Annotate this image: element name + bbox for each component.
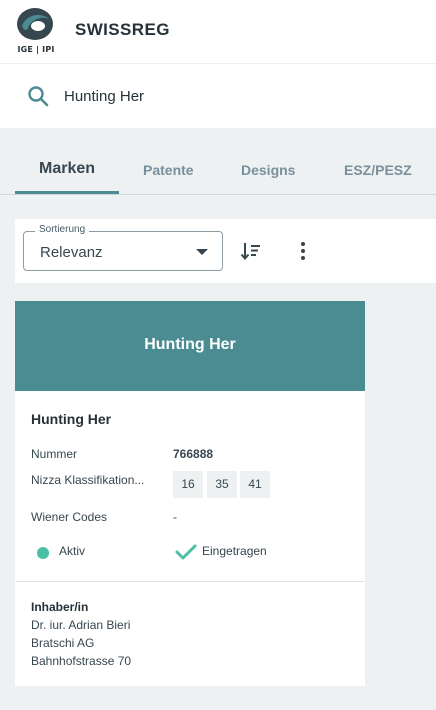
number-value: 766888 [173,447,214,461]
app-title[interactable]: SWISSREG [75,20,170,40]
ige-logo[interactable]: IGE | IPI [14,6,58,58]
search-bar [0,64,436,128]
nice-class-chip: 35 [207,471,237,498]
owner-heading: Inhaber/in [31,600,89,614]
trademark-title: Hunting Her [31,411,112,427]
card-banner: Hunting Her [15,301,365,391]
search-input[interactable] [64,82,404,110]
chevron-down-icon [196,249,208,255]
nice-class-chip: 16 [173,471,203,498]
card-divider [15,581,365,582]
nice-class-label: Nizza Klassifikation... [31,473,145,487]
owner-line: Bahnhofstrasse 70 [31,654,132,668]
banner-title: Hunting Her [144,336,236,353]
active-tab-indicator [15,191,119,194]
sort-descending-icon[interactable] [239,239,263,263]
nice-class-chip: 41 [240,471,270,498]
sort-label: Sortierung [35,224,90,235]
more-vertical-icon[interactable] [293,239,313,263]
tab-patente[interactable]: Patente [143,162,194,178]
category-tabs: Marken Patente Designs ESZ/PESZ [0,128,436,195]
registration-status: Eingetragen [202,544,267,558]
status-label: Aktiv [59,544,86,558]
sort-select[interactable]: Sortierung Relevanz [23,224,223,271]
check-icon [175,544,197,560]
owner-line: Bratschi AG [31,636,95,650]
owner-line: Dr. iur. Adrian Bieri [31,618,131,632]
tab-esz-pesz[interactable]: ESZ/PESZ [344,162,412,178]
logo-caption: IGE | IPI [17,45,55,54]
app-header: IGE | IPI SWISSREG [0,0,436,64]
vienna-codes-value: - [173,510,177,524]
tab-marken[interactable]: Marken [39,160,95,178]
results-toolbar: Sortierung Relevanz [15,219,436,283]
number-label: Nummer [31,447,78,461]
status-dot-icon [37,547,49,559]
tab-designs[interactable]: Designs [241,162,295,178]
sort-value: Relevanz [40,244,103,261]
logo-mark-icon [17,8,53,40]
vienna-codes-label: Wiener Codes [31,510,108,524]
result-card[interactable]: Hunting Her Hunting Her Nummer 766888 Ni… [15,301,365,686]
search-icon[interactable] [26,84,50,108]
